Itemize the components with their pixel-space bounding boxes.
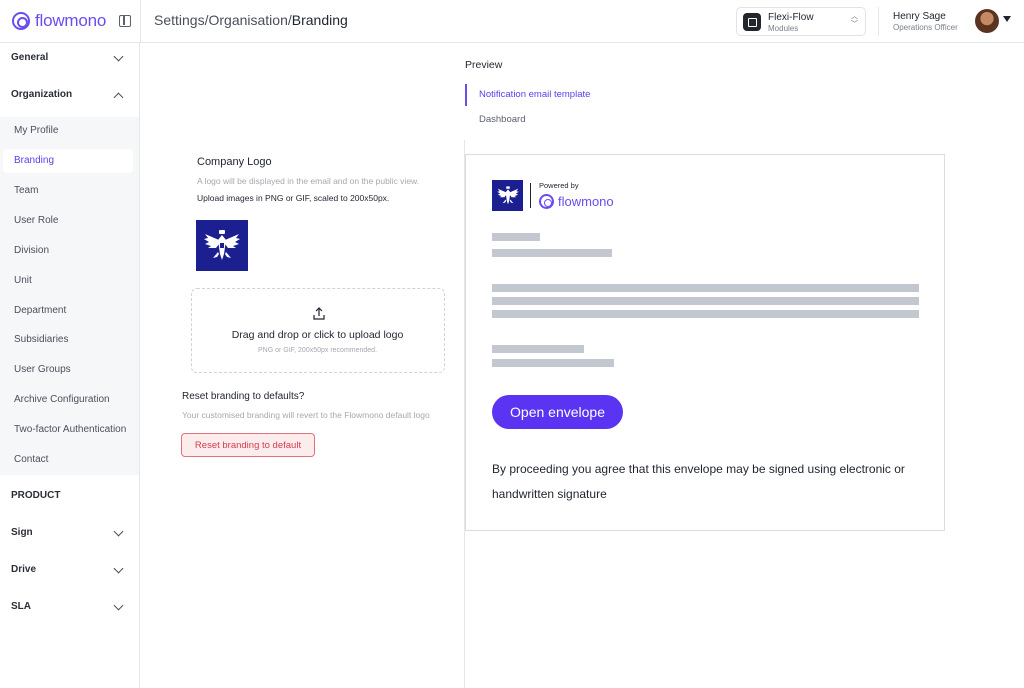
sidebar-item-label: Department <box>14 305 67 316</box>
organization-submenu: My Profile Branding Team User Role Divis… <box>0 117 139 475</box>
email-brand-name: flowmono <box>558 194 614 209</box>
caret-down-icon[interactable] <box>1003 16 1011 22</box>
email-brand-logo: flowmono <box>539 194 614 209</box>
up-down-chevron-icon: ︿ ﹀ <box>851 13 858 28</box>
top-bar: flowmono Settings / Organisation / Brand… <box>0 0 1024 43</box>
company-logo-help: A logo will be displayed in the email an… <box>197 176 420 186</box>
brand-name: flowmono <box>35 11 107 30</box>
sidebar-item-subsidiaries[interactable]: Subsidiaries <box>3 328 133 352</box>
sidebar-section-drive[interactable]: Drive <box>0 555 139 585</box>
flowmono-mark-icon <box>12 12 30 30</box>
sidebar-item-label: Archive Configuration <box>14 394 110 405</box>
text-placeholder <box>492 249 612 257</box>
chevron-down-icon <box>113 526 124 537</box>
text-placeholder <box>492 345 584 353</box>
email-logo-divider <box>530 183 531 208</box>
chevron-up-icon <box>113 92 124 103</box>
breadcrumb-settings[interactable]: Settings <box>154 12 205 28</box>
sidebar-toggle-icon[interactable] <box>119 15 131 27</box>
company-logo-title: Company Logo <box>197 156 272 168</box>
text-placeholder <box>492 359 614 367</box>
breadcrumb-organisation[interactable]: Organisation <box>208 12 287 28</box>
sidebar-section-organization[interactable]: Organization <box>0 80 139 110</box>
sidebar-item-label: Branding <box>14 155 55 166</box>
user-name: Henry Sage <box>893 11 946 22</box>
sidebar-section-label: Organization <box>11 89 73 100</box>
avatar[interactable] <box>975 9 999 33</box>
sidebar-item-my-profile[interactable]: My Profile <box>3 119 133 143</box>
sidebar-item-two-factor-authentication[interactable]: Two-factor Authentication <box>3 418 133 442</box>
breadcrumb: Settings / Organisation / Branding <box>154 12 348 28</box>
user-role: Operations Officer <box>893 23 958 32</box>
module-switcher[interactable]: Flexi-Flow Modules ︿ ﹀ <box>736 7 866 36</box>
text-placeholder <box>492 233 540 241</box>
chevron-down-icon <box>113 563 124 574</box>
header-divider <box>140 0 141 43</box>
sidebar-item-user-groups[interactable]: User Groups <box>3 358 133 382</box>
logo-upload-dropzone[interactable]: Drag and drop or click to upload logo PN… <box>191 288 445 373</box>
sidebar-item-contact[interactable]: Contact <box>3 448 133 472</box>
sidebar-item-division[interactable]: Division <box>3 239 133 263</box>
chevron-down-icon <box>113 600 124 611</box>
upload-icon <box>313 307 325 320</box>
sidebar-item-archive-configuration[interactable]: Archive Configuration <box>3 388 133 412</box>
reset-branding-button[interactable]: Reset branding to default <box>181 433 315 457</box>
sidebar-item-unit[interactable]: Unit <box>3 269 133 293</box>
sidebar-section-general[interactable]: General <box>0 43 139 73</box>
sidebar-item-branding[interactable]: Branding <box>3 149 133 173</box>
dropzone-title: Drag and drop or click to upload logo <box>231 329 404 341</box>
breadcrumb-branding: Branding <box>291 12 348 28</box>
eagle-emblem-icon <box>204 229 240 260</box>
brand-logo[interactable]: flowmono <box>12 11 106 31</box>
preview-label: Preview <box>465 59 503 71</box>
sidebar-item-department[interactable]: Department <box>3 299 133 323</box>
module-subtitle: Modules <box>768 24 799 33</box>
sidebar-item-label: Subsidiaries <box>14 334 69 345</box>
sidebar-item-label: Two-factor Authentication <box>14 424 127 435</box>
flowmono-mark-icon <box>539 194 554 209</box>
text-placeholder <box>492 284 919 292</box>
eagle-emblem-icon <box>496 185 519 204</box>
sidebar-item-label: Unit <box>14 275 32 286</box>
sidebar-section-label: SLA <box>11 601 31 612</box>
tab-label: Notification email template <box>479 89 591 100</box>
text-placeholder <box>492 310 919 318</box>
sidebar-item-label: Team <box>14 185 39 196</box>
sidebar-section-label: General <box>11 52 49 63</box>
sidebar-item-label: Division <box>14 245 50 256</box>
tab-label: Dashboard <box>479 114 526 125</box>
sidebar-item-team[interactable]: Team <box>3 179 133 203</box>
sidebar-item-label: User Role <box>14 215 59 226</box>
sidebar-section-label: Drive <box>11 564 37 575</box>
open-envelope-button[interactable]: Open envelope <box>492 395 623 429</box>
reset-branding-title: Reset branding to defaults? <box>182 391 305 402</box>
email-preview-card: Powered by flowmono Open envelope By pro… <box>465 154 945 531</box>
sidebar-section-label: Sign <box>11 527 33 538</box>
sidebar-section-sla[interactable]: SLA <box>0 592 139 622</box>
module-name: Flexi-Flow <box>768 12 814 23</box>
company-logo-format: Upload images in PNG or GIF, scaled to 2… <box>197 193 390 203</box>
sidebar-item-label: User Groups <box>14 364 71 375</box>
powered-by-label: Powered by <box>539 181 579 190</box>
dropzone-subtitle: PNG or GIF, 200x50px recommended. <box>257 347 378 354</box>
email-consent-text: By proceeding you agree that this envelo… <box>492 462 905 501</box>
text-placeholder <box>492 297 919 305</box>
sidebar-item-label: Contact <box>14 454 49 465</box>
reset-branding-help: Your customised branding will revert to … <box>182 410 430 420</box>
email-company-logo <box>492 180 523 211</box>
chevron-down-icon <box>113 51 124 62</box>
module-icon <box>743 13 761 31</box>
sidebar-section-sign[interactable]: Sign <box>0 518 139 548</box>
header-divider <box>878 7 879 36</box>
company-logo-image <box>196 220 248 271</box>
sidebar-section-label: PRODUCT <box>11 490 61 501</box>
sidebar-item-user-role[interactable]: User Role <box>3 209 133 233</box>
sidebar-section-product: PRODUCT <box>0 481 139 511</box>
sidebar: General Organization My Profile Branding… <box>0 43 140 688</box>
sidebar-item-label: My Profile <box>14 125 59 136</box>
